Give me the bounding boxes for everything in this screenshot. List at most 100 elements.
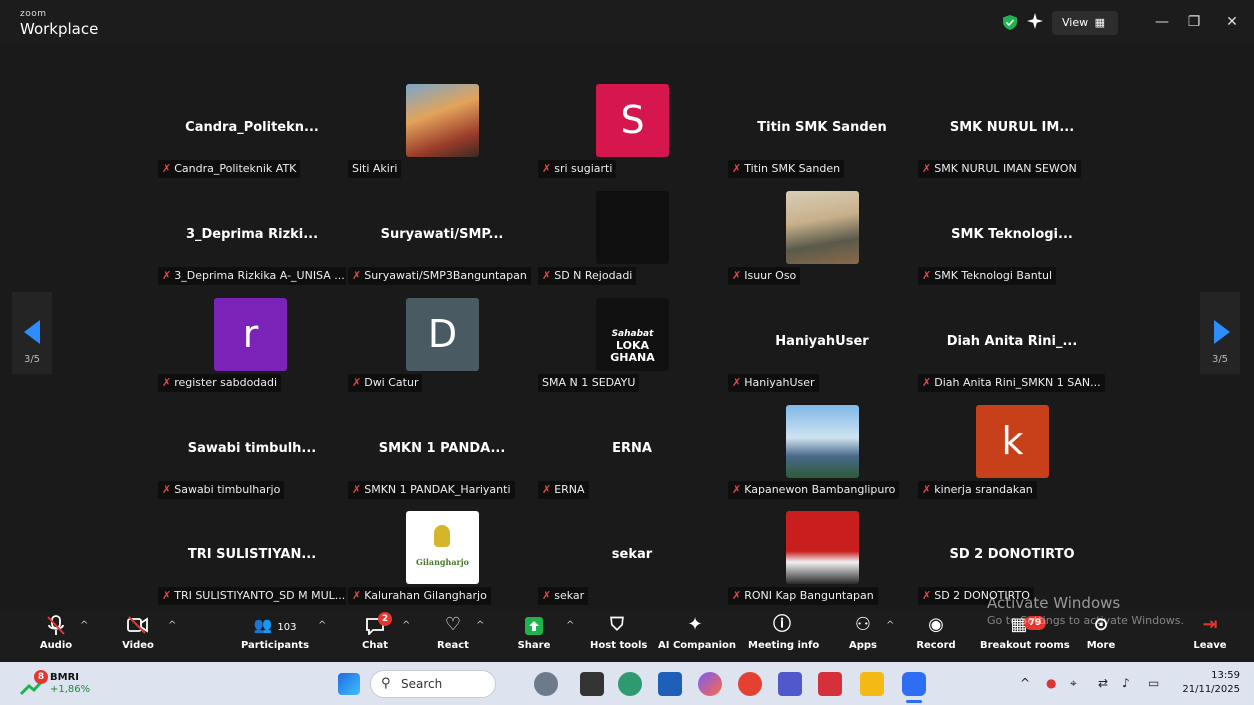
file-explorer-icon[interactable]	[860, 672, 884, 696]
view-button[interactable]: View ▦	[1052, 11, 1118, 35]
chat-caret-icon[interactable]: ^	[402, 620, 410, 631]
react-label: React	[437, 640, 469, 651]
battery-icon[interactable]: ▭	[1148, 676, 1159, 690]
participant-name-label: kinerja srandakan	[934, 483, 1033, 496]
participant-tile[interactable]: Sawabi timbulh... ✗ Sawabi timbulharjo	[158, 401, 346, 503]
participant-name-label: Diah Anita Rini_SMKN 1 SAN...	[934, 376, 1101, 389]
taskbar-search[interactable]: ⚲ Search	[370, 670, 496, 698]
participant-tile[interactable]: S ✗ sri sugiarti	[538, 80, 726, 182]
ai-companion-button[interactable]: ✦ AI Companion	[658, 610, 737, 662]
participant-name-label: Isuur Oso	[744, 269, 797, 282]
participant-name-label: ERNA	[554, 483, 585, 496]
edge-browser-icon[interactable]	[618, 672, 642, 696]
network-icon[interactable]: ⇄	[1098, 676, 1108, 690]
participant-tile[interactable]: Titin SMK Sanden ✗ Titin SMK Sanden	[728, 80, 916, 182]
participant-tile[interactable]: SMK NURUL IM... ✗ SMK NURUL IMAN SEWON	[918, 80, 1106, 182]
restore-icon[interactable]: ❐	[1184, 12, 1204, 32]
host-tools-button[interactable]: ⛉ Host tools	[590, 610, 647, 662]
task-view-icon[interactable]	[580, 672, 604, 696]
stock-widget[interactable]: 8 BMRI +1,86%	[20, 670, 110, 698]
participant-logo: Gilangharjo	[406, 511, 479, 584]
participant-tile[interactable]: Candra_Politekn... ✗ Candra_Politeknik ATK	[158, 80, 346, 182]
security-shield-icon[interactable]	[1003, 15, 1017, 30]
audio-button[interactable]: Audio	[36, 610, 76, 662]
ai-sparkle-icon[interactable]	[1027, 13, 1043, 29]
video-off-icon	[118, 610, 158, 640]
react-caret-icon[interactable]: ^	[476, 620, 484, 631]
participant-name-tag: ✗ HaniyahUser	[728, 374, 819, 392]
participant-tile[interactable]: sekar ✗ sekar	[538, 507, 726, 609]
participant-name-tag: ✗ ERNA	[538, 481, 589, 499]
participant-tile[interactable]: SMKN 1 PANDA... ✗ SMKN 1 PANDAK_Hariyanti	[348, 401, 536, 503]
video-caret-icon[interactable]: ^	[168, 620, 176, 631]
tray-app-icon[interactable]: ●	[1046, 676, 1056, 690]
participant-name-tag: ✗ Candra_Politeknik ATK	[158, 160, 301, 178]
participant-logo: Sahabat LOKA GHANA	[596, 298, 669, 371]
active-app-indicator	[906, 700, 922, 703]
participant-tile[interactable]: ✗ RONI Kap Banguntapan	[728, 507, 916, 609]
participant-tile[interactable]: ✗ Kapanewon Bambanglipuro	[728, 401, 916, 503]
zoom-app-icon[interactable]	[902, 672, 926, 696]
location-icon[interactable]: ⌖	[1070, 676, 1077, 691]
participant-display-name: Sawabi timbulh...	[187, 441, 317, 456]
participant-tile[interactable]: k ✗ kinerja srandakan	[918, 401, 1106, 503]
participant-name-tag: ✗ kinerja srandakan	[918, 481, 1037, 499]
apps-caret-icon[interactable]: ^	[886, 620, 894, 631]
teams-icon[interactable]	[778, 672, 802, 696]
participant-name-label: sekar	[554, 589, 585, 602]
apps-label: Apps	[848, 640, 877, 651]
prev-page-button[interactable]: 3/5	[12, 292, 52, 374]
mic-muted-icon: ✗	[542, 483, 552, 496]
share-button[interactable]: Share	[516, 610, 552, 662]
apps-button[interactable]: ⚇ Apps	[846, 610, 880, 662]
participant-tile[interactable]: TRI SULISTIYAN... ✗ TRI SULISTIYANTO_SD M …	[158, 507, 346, 609]
participant-initial-avatar: S	[596, 84, 669, 157]
participant-name-tag: ✗ Sawabi timbulharjo	[158, 481, 285, 499]
share-caret-icon[interactable]: ^	[566, 620, 574, 631]
participants-caret-icon[interactable]: ^	[318, 620, 326, 631]
close-icon[interactable]: ✕	[1222, 12, 1242, 32]
participant-tile[interactable]: Suryawati/SMP... ✗ Suryawati/SMP3Banguntap…	[348, 187, 536, 289]
meeting-info-button[interactable]: ⓘ Meeting info	[748, 610, 819, 662]
participant-tile[interactable]: ✗ Isuur Oso	[728, 187, 916, 289]
copilot-icon[interactable]	[698, 672, 722, 696]
ai-companion-label: AI Companion	[658, 640, 737, 651]
participant-tile[interactable]: HaniyahUser ✗ HaniyahUser	[728, 294, 916, 396]
participant-tile[interactable]: Gilangharjo ✗ Kalurahan Gilangharjo	[348, 507, 536, 609]
participant-tile[interactable]: r ✗ register sabdodadi	[158, 294, 346, 396]
minimize-icon[interactable]: —	[1152, 12, 1172, 32]
participant-tile[interactable]: ERNA ✗ ERNA	[538, 401, 726, 503]
mic-muted-icon: ✗	[162, 269, 172, 282]
participant-name-tag: ✗ Kapanewon Bambanglipuro	[728, 481, 900, 499]
participant-tile[interactable]: Siti Akiri	[348, 80, 536, 182]
participant-display-name: SMK NURUL IM...	[949, 120, 1075, 135]
audio-caret-icon[interactable]: ^	[80, 620, 88, 631]
mic-muted-icon: ✗	[352, 589, 362, 602]
react-button[interactable]: ♡ React	[436, 610, 470, 662]
next-page-button[interactable]: 3/5	[1200, 292, 1240, 374]
participant-tile[interactable]: D ✗ Dwi Catur	[348, 294, 536, 396]
leave-button[interactable]: ⇥ Leave	[1192, 610, 1228, 662]
participant-tile[interactable]: Sahabat LOKA GHANA SMA N 1 SEDAYU	[538, 294, 726, 396]
store-icon[interactable]	[658, 672, 682, 696]
participant-tile[interactable]: SMK Teknologi... ✗ SMK Teknologi Bantul	[918, 187, 1106, 289]
participant-tile[interactable]: Diah Anita Rini_... ✗ Diah Anita Rini_SMKN…	[918, 294, 1106, 396]
ai-companion-icon: ✦	[687, 614, 703, 635]
participant-name-tag: ✗ Kalurahan Gilangharjo	[348, 587, 491, 605]
participant-name-label: SMK NURUL IMAN SEWON	[934, 162, 1077, 175]
tray-expand-icon[interactable]: ^	[1020, 676, 1030, 690]
participant-tile[interactable]: 3_Deprima Rizki... ✗ 3_Deprima Rizkika A-_…	[158, 187, 346, 289]
clock-time: 13:59	[1211, 670, 1240, 681]
windows-start-icon[interactable]	[338, 673, 360, 695]
volume-icon[interactable]: ♪	[1122, 676, 1130, 690]
chrome-icon[interactable]	[738, 672, 762, 696]
participants-button[interactable]: 👥 103 Participants	[240, 610, 310, 662]
wps-icon[interactable]	[818, 672, 842, 696]
record-button[interactable]: ◉ Record	[916, 610, 956, 662]
participant-tile[interactable]: ✗ SD N Rejodadi	[538, 187, 726, 289]
weather-app-icon[interactable]	[534, 672, 558, 696]
video-button[interactable]: Video	[118, 610, 158, 662]
chat-label: Chat	[362, 640, 388, 651]
system-clock[interactable]: 13:59 21/11/2025	[1182, 669, 1240, 697]
participant-name-label: SMK Teknologi Bantul	[934, 269, 1053, 282]
